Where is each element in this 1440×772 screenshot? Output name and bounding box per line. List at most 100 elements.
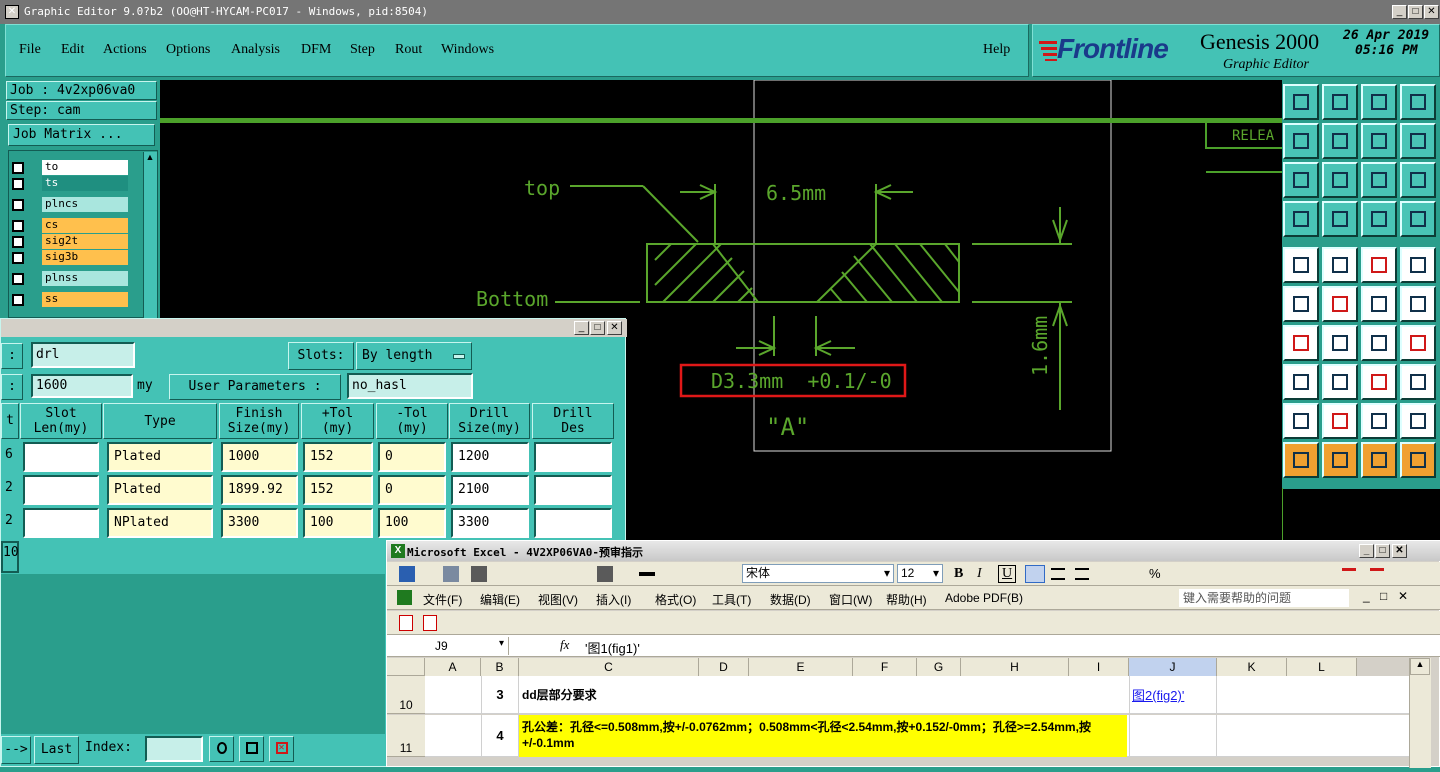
underline-button[interactable]: U bbox=[998, 565, 1017, 583]
layer-checkbox[interactable] bbox=[12, 252, 24, 264]
layer-checkbox[interactable] bbox=[12, 162, 24, 174]
name-box-dropdown-icon[interactable]: ▾ bbox=[499, 638, 504, 649]
drill-icon[interactable] bbox=[1283, 247, 1319, 283]
drill-size-field[interactable]: 2100 bbox=[451, 475, 529, 505]
triangle-a-icon[interactable] bbox=[1283, 403, 1319, 439]
drill-des-field[interactable] bbox=[534, 442, 612, 472]
target-icon[interactable] bbox=[1400, 247, 1436, 283]
excel-menu-1[interactable]: 编辑(E) bbox=[480, 591, 520, 608]
layer-row-0[interactable]: to bbox=[10, 160, 130, 176]
finish-size-field[interactable]: 1899.92 bbox=[221, 475, 298, 505]
pdf-icon[interactable] bbox=[399, 615, 413, 631]
layer-checkbox[interactable] bbox=[12, 178, 24, 190]
cell-c[interactable]: dd层部分要求 bbox=[519, 676, 1127, 714]
dialog-close-button[interactable]: ✕ bbox=[607, 321, 622, 335]
undo-icon[interactable] bbox=[1361, 123, 1397, 159]
menu-actions[interactable]: Actions bbox=[103, 42, 147, 58]
plus-tol-field[interactable]: 152 bbox=[303, 475, 373, 505]
col-header-L[interactable]: L bbox=[1287, 658, 1357, 676]
align-center-icon[interactable] bbox=[1051, 568, 1065, 580]
layer-checkbox[interactable] bbox=[12, 236, 24, 248]
align-right-icon[interactable] bbox=[1075, 568, 1089, 580]
slash-b-icon[interactable] bbox=[1322, 325, 1358, 361]
cell-b[interactable]: 4 bbox=[481, 715, 519, 757]
menu-dfm[interactable]: DFM bbox=[301, 42, 331, 58]
drill-size-field[interactable]: 3300 bbox=[451, 508, 529, 538]
cursor-b-icon[interactable] bbox=[1322, 442, 1358, 478]
layer-row-2[interactable]: plncs bbox=[10, 197, 130, 213]
layer-checkbox[interactable] bbox=[12, 273, 24, 285]
menu-analysis[interactable]: Analysis bbox=[231, 42, 280, 58]
scroll-up-icon[interactable]: ▲ bbox=[1410, 658, 1430, 675]
cut-tool-icon[interactable] bbox=[1283, 201, 1319, 237]
arc-icon[interactable] bbox=[1361, 325, 1397, 361]
finish-size-field[interactable]: 1000 bbox=[221, 442, 298, 472]
layer-row-4[interactable]: sig2t bbox=[10, 234, 130, 250]
line-b-icon[interactable] bbox=[1400, 286, 1436, 322]
menu-options[interactable]: Options bbox=[166, 42, 210, 58]
close-button[interactable]: ✕ bbox=[1424, 5, 1439, 19]
triangle-c-icon[interactable] bbox=[1361, 403, 1397, 439]
menu-file[interactable]: File bbox=[19, 42, 41, 58]
pad-icon[interactable] bbox=[1283, 364, 1319, 400]
save-icon[interactable] bbox=[399, 566, 415, 582]
grid-icon[interactable] bbox=[1322, 201, 1358, 237]
name-box[interactable]: J9 bbox=[389, 637, 509, 655]
col-header-H[interactable]: H bbox=[961, 658, 1069, 676]
layer-row-5[interactable]: sig3b bbox=[10, 250, 130, 266]
italic-button[interactable]: I bbox=[977, 566, 982, 582]
col-header-B[interactable]: B bbox=[481, 658, 519, 676]
plus-tol-field[interactable]: 100 bbox=[303, 508, 373, 538]
excel-minimize-button[interactable]: _ bbox=[1359, 544, 1374, 558]
scale-icon[interactable] bbox=[1361, 162, 1397, 198]
layer-row-1[interactable]: ts bbox=[10, 176, 130, 192]
dialog-maximize-button[interactable]: □ bbox=[590, 321, 605, 335]
flip-icon[interactable] bbox=[1361, 364, 1397, 400]
cursor-a-icon[interactable] bbox=[1283, 442, 1319, 478]
col-header-F[interactable]: F bbox=[853, 658, 917, 676]
drill-des-field[interactable] bbox=[534, 475, 612, 505]
layer-row-7[interactable]: ss bbox=[10, 292, 130, 308]
excel-menu-9[interactable]: Adobe PDF(B) bbox=[945, 591, 1023, 605]
node-icon[interactable] bbox=[1283, 286, 1319, 322]
zoom-in-button[interactable] bbox=[209, 736, 234, 762]
layers-red2-icon[interactable] bbox=[1400, 201, 1436, 237]
col-header-K[interactable]: K bbox=[1217, 658, 1287, 676]
slot-len-field[interactable] bbox=[23, 508, 99, 538]
type-select[interactable]: Plated bbox=[107, 442, 213, 472]
cell-c[interactable]: 孔公差：孔径<=0.508mm,按+/-0.0762mm；0.508mm<孔径<… bbox=[519, 715, 1127, 757]
triangle-b-icon[interactable] bbox=[1322, 403, 1358, 439]
user-params-field[interactable]: no_hasl bbox=[347, 373, 473, 399]
drill-size-field[interactable]: 1200 bbox=[451, 442, 529, 472]
shape-icon[interactable] bbox=[1400, 364, 1436, 400]
grid-icon[interactable] bbox=[471, 566, 487, 582]
arrow-button[interactable]: --> bbox=[1, 736, 31, 764]
select-all-corner[interactable] bbox=[387, 658, 425, 676]
col-header-C[interactable]: C bbox=[519, 658, 699, 676]
menu-help[interactable]: Help bbox=[983, 42, 1010, 58]
export-icon[interactable] bbox=[1322, 123, 1358, 159]
menu-step[interactable]: Step bbox=[350, 42, 375, 58]
finish-size-field[interactable]: 3300 bbox=[221, 508, 298, 538]
excel-menu-4[interactable]: 格式(O) bbox=[655, 591, 696, 608]
excel-menu-7[interactable]: 窗口(W) bbox=[829, 591, 872, 608]
cell-b[interactable]: 3 bbox=[481, 676, 519, 714]
snap-icon[interactable] bbox=[1322, 286, 1358, 322]
excel-menu-6[interactable]: 数据(D) bbox=[770, 591, 811, 608]
font-color-icon[interactable] bbox=[1342, 568, 1356, 571]
col-header-E[interactable]: E bbox=[749, 658, 853, 676]
doc-close-button[interactable]: ✕ bbox=[1398, 589, 1408, 603]
col-header-D[interactable]: D bbox=[699, 658, 749, 676]
minus-icon[interactable] bbox=[1322, 364, 1358, 400]
excel-scrollbar[interactable]: ▲ bbox=[1409, 658, 1431, 768]
zoom-home-icon[interactable] bbox=[1322, 162, 1358, 198]
plus-tol-field[interactable]: 152 bbox=[303, 442, 373, 472]
line-a-icon[interactable] bbox=[1361, 286, 1397, 322]
minimize-button[interactable]: _ bbox=[1392, 5, 1407, 19]
excel-maximize-button[interactable]: □ bbox=[1375, 544, 1390, 558]
layer-checkbox[interactable] bbox=[12, 199, 24, 211]
cut-icon[interactable] bbox=[597, 566, 613, 582]
import-icon[interactable] bbox=[1283, 123, 1319, 159]
fit-button[interactable] bbox=[239, 736, 264, 762]
open-icon[interactable] bbox=[1283, 84, 1319, 120]
